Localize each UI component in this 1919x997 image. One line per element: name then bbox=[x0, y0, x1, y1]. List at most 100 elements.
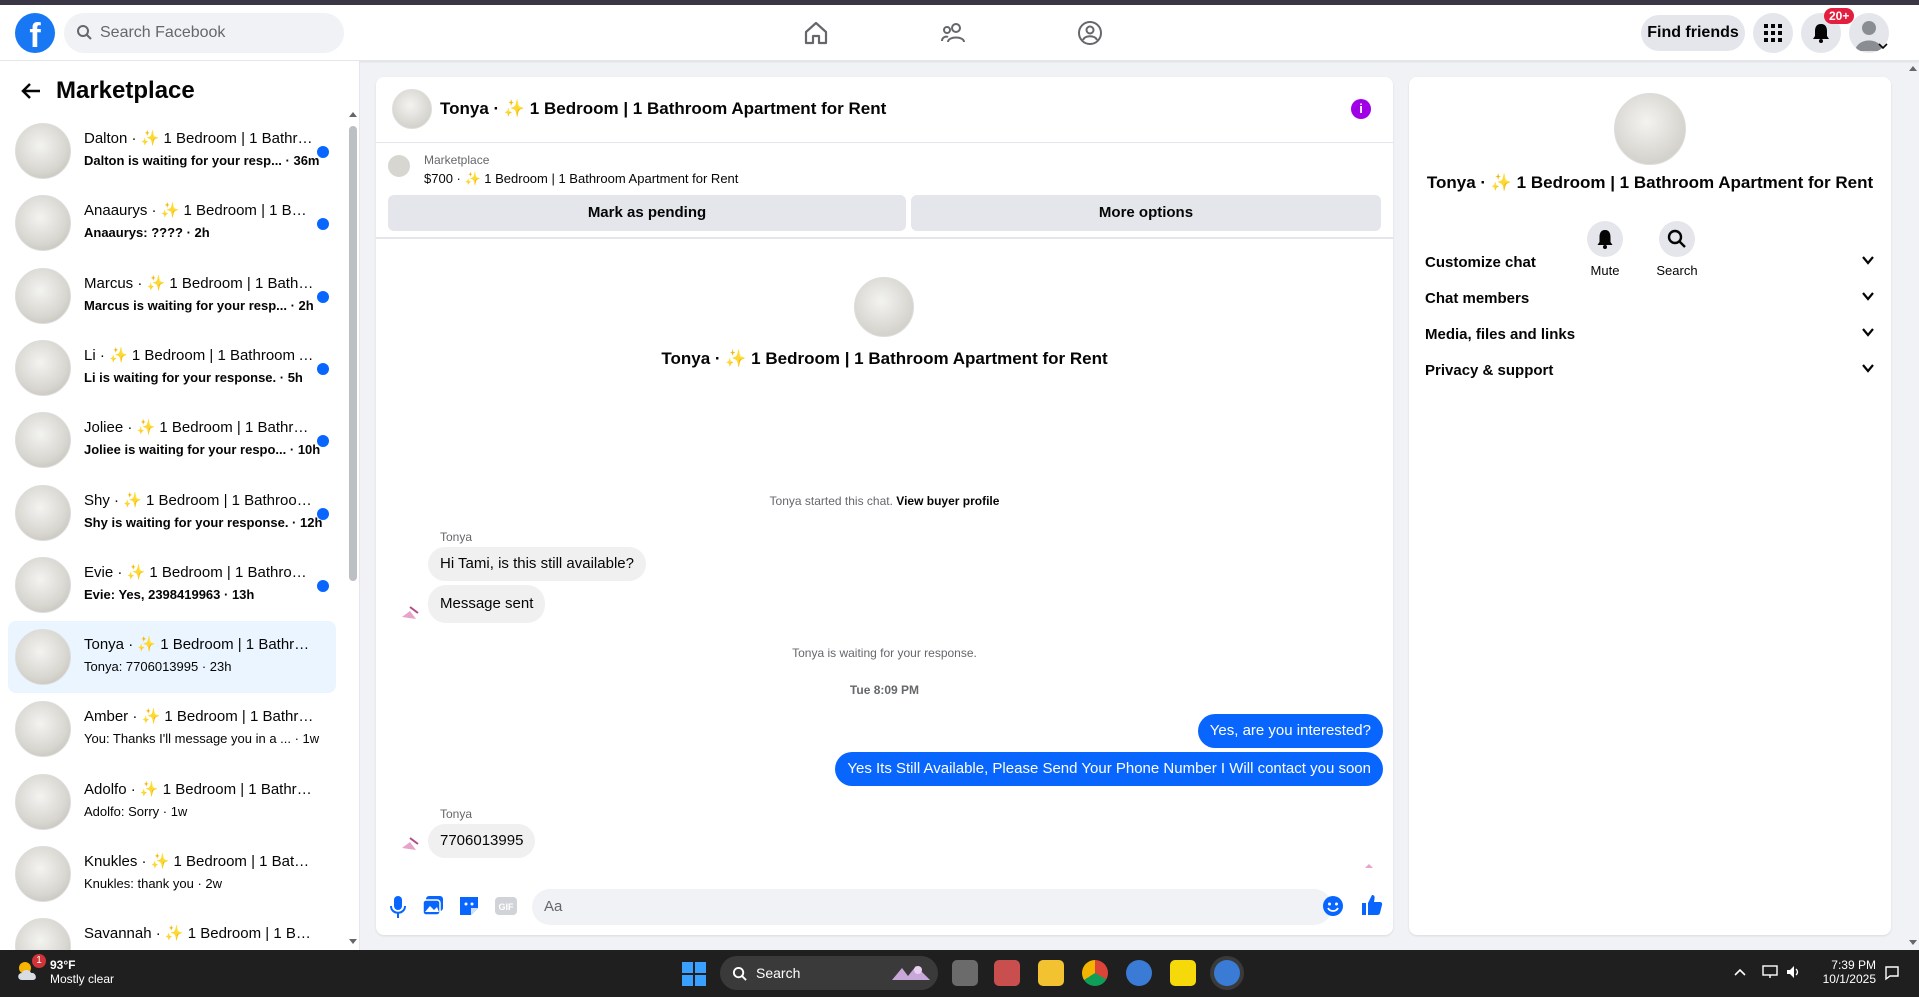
thumbs-up-icon[interactable] bbox=[1360, 893, 1384, 917]
message-composer: GIF Aa bbox=[376, 881, 1393, 935]
conversation-item[interactable]: Knukles · ✨ 1 Bedroom | 1 Bathroom Apart… bbox=[8, 838, 336, 910]
listing-thumbnail bbox=[15, 267, 71, 324]
conversation-item[interactable]: Amber · ✨ 1 Bedroom | 1 Bathroom Apartme… bbox=[8, 693, 336, 765]
scroll-up-icon[interactable] bbox=[349, 111, 357, 119]
message-bubble[interactable]: Message sent bbox=[428, 585, 546, 623]
conversation-title: Marcus · ✨ 1 Bedroom | 1 Bathroom Apartm… bbox=[84, 274, 314, 292]
scroll-up-icon[interactable] bbox=[1909, 65, 1917, 73]
windows-start-icon[interactable] bbox=[682, 962, 706, 986]
conversation-title: Tonya · ✨ 1 Bedroom | 1 Bathroom Apartme… bbox=[84, 636, 314, 654]
section-label: Customize chat bbox=[1425, 254, 1536, 271]
sender-name: Tonya bbox=[440, 807, 473, 821]
listing-avatar-large[interactable] bbox=[1614, 93, 1686, 165]
conversation-item[interactable]: Savannah · ✨ 1 Bedroom | 1 Bathroom Apar… bbox=[8, 910, 336, 950]
task-view-icon[interactable] bbox=[952, 960, 978, 986]
conversation-preview: Shy is waiting for your response. · 12h bbox=[84, 514, 323, 530]
page-scrollbar[interactable] bbox=[1907, 61, 1919, 950]
bell-icon bbox=[1813, 24, 1829, 43]
date: 10/1/2025 bbox=[1822, 972, 1876, 986]
chat-title[interactable]: Tonya · ✨ 1 Bedroom | 1 Bathroom Apartme… bbox=[440, 99, 886, 119]
grid-menu-icon bbox=[1764, 24, 1782, 42]
sent-message-bubble[interactable]: Yes Its Still Available, Please Send You… bbox=[835, 752, 1383, 786]
conversation-item[interactable]: Marcus · ✨ 1 Bedroom | 1 Bathroom Apartm… bbox=[8, 260, 336, 332]
conversation-item[interactable]: Dalton · ✨ 1 Bedroom | 1 Bathroom Apartm… bbox=[8, 115, 336, 187]
search-highlight-icon bbox=[892, 966, 930, 980]
chrome-profile-icon[interactable] bbox=[1126, 960, 1152, 986]
mark-pending-button[interactable]: Mark as pending bbox=[388, 195, 906, 231]
notification-center-icon[interactable] bbox=[1884, 965, 1900, 981]
search-input[interactable]: Search Facebook bbox=[64, 13, 344, 53]
scrollbar-thumb[interactable] bbox=[349, 126, 357, 581]
scroll-down-icon[interactable] bbox=[1909, 938, 1917, 946]
groups-icon[interactable] bbox=[1076, 19, 1104, 47]
conversation-item[interactable]: Li · ✨ 1 Bedroom | 1 Bathroom Apartment … bbox=[8, 332, 336, 404]
conversation-item[interactable]: Shy · ✨ 1 Bedroom | 1 Bathroom Apartment… bbox=[8, 477, 336, 549]
listing-thumbnail bbox=[15, 195, 71, 252]
message-input[interactable]: Aa bbox=[532, 889, 1332, 925]
details-title: Tonya · ✨ 1 Bedroom | 1 Bathroom Apartme… bbox=[1426, 173, 1874, 192]
listing-thumbnail bbox=[15, 629, 71, 686]
chat-details-panel: Tonya · ✨ 1 Bedroom | 1 Bathroom Apartme… bbox=[1409, 77, 1891, 935]
section-label: Chat members bbox=[1425, 290, 1530, 307]
message-bubble[interactable]: 7706013995 bbox=[428, 824, 536, 858]
conversation-preview: Li is waiting for your response. · 5h bbox=[84, 369, 303, 385]
sticker-avatar bbox=[402, 606, 419, 619]
file-explorer-icon[interactable] bbox=[1038, 960, 1064, 986]
chat-intro-title: Tonya · ✨ 1 Bedroom | 1 Bathroom Apartme… bbox=[661, 349, 1108, 368]
chrome-active-icon[interactable] bbox=[1214, 960, 1240, 986]
conversation-item[interactable]: Evie · ✨ 1 Bedroom | 1 Bathroom Apartmen… bbox=[8, 549, 336, 621]
notifications-badge: 20+ bbox=[1824, 8, 1855, 24]
emoji-icon[interactable] bbox=[1322, 895, 1344, 917]
sent-message-bubble[interactable]: Yes, are you interested? bbox=[1197, 714, 1383, 748]
chevron-up-icon[interactable] bbox=[1734, 968, 1746, 976]
home-icon[interactable] bbox=[802, 19, 830, 47]
more-options-button[interactable]: More options bbox=[911, 195, 1381, 231]
listing-price[interactable]: $700 · ✨ 1 Bedroom | 1 Bathroom Apartmen… bbox=[424, 171, 738, 187]
listing-photo bbox=[854, 277, 914, 337]
sticky-notes-icon[interactable] bbox=[1170, 960, 1196, 986]
conversation-item[interactable]: Adolfo · ✨ 1 Bedroom | 1 Bathroom Apartm… bbox=[8, 766, 336, 838]
friends-icon[interactable] bbox=[940, 19, 968, 47]
windows-taskbar: 1 93°F Mostly clear Search 7:39 PM 10/1/… bbox=[0, 950, 1919, 997]
chevron-down-icon bbox=[1862, 256, 1874, 265]
sticker-icon[interactable] bbox=[458, 895, 480, 917]
conversation-item[interactable]: Anaaurys · ✨ 1 Bedroom | 1 Bathroom Apar… bbox=[8, 187, 336, 259]
network-icon[interactable] bbox=[1762, 965, 1778, 979]
seen-indicator-icon bbox=[1365, 864, 1373, 868]
facebook-logo[interactable]: f bbox=[15, 13, 55, 53]
privacy-support-section[interactable]: Privacy & support bbox=[1425, 349, 1875, 393]
listing-thumbnail bbox=[15, 773, 71, 830]
menu-button[interactable] bbox=[1753, 13, 1793, 53]
page-title: Marketplace bbox=[56, 77, 195, 104]
conversation-title: Dalton · ✨ 1 Bedroom | 1 Bathroom Apartm… bbox=[84, 130, 314, 147]
weather-widget[interactable]: 93°F Mostly clear bbox=[50, 958, 114, 986]
listing-bar: Marketplace $700 · ✨ 1 Bedroom | 1 Bathr… bbox=[376, 143, 1393, 239]
conversation-preview: Knukles: thank you · 2w bbox=[84, 876, 223, 891]
volume-icon[interactable] bbox=[1786, 965, 1802, 979]
microphone-icon[interactable] bbox=[388, 895, 408, 919]
time: 7:39 PM bbox=[1831, 958, 1876, 972]
conversation-preview: Dalton is waiting for your resp... · 36m bbox=[84, 153, 320, 168]
store-app-icon[interactable] bbox=[994, 960, 1020, 986]
scrollbar[interactable] bbox=[349, 111, 357, 947]
conversation-preview: Anaaurys: ???? · 2h bbox=[84, 225, 210, 241]
view-buyer-link[interactable]: View buyer profile bbox=[896, 494, 999, 508]
gif-icon[interactable]: GIF bbox=[494, 895, 518, 917]
find-friends-button[interactable]: Find friends bbox=[1641, 15, 1745, 51]
section-label: Media, files and links bbox=[1425, 326, 1576, 343]
chevron-down-icon[interactable] bbox=[1878, 42, 1888, 50]
listing-avatar[interactable] bbox=[392, 89, 432, 129]
conversation-preview: Evie: Yes, 2398419963 · 13h bbox=[84, 586, 255, 602]
clock[interactable]: 7:39 PM 10/1/2025 bbox=[1812, 958, 1876, 986]
conversation-item[interactable]: Tonya · ✨ 1 Bedroom | 1 Bathroom Apartme… bbox=[8, 621, 336, 694]
conversation-item[interactable]: Joliee · ✨ 1 Bedroom | 1 Bathroom Apartm… bbox=[8, 404, 336, 476]
taskbar-search[interactable]: Search bbox=[720, 956, 938, 990]
photo-icon[interactable] bbox=[422, 895, 444, 917]
info-icon[interactable]: i bbox=[1351, 99, 1371, 119]
conversation-title: Savannah · ✨ 1 Bedroom | 1 Bathroom Apar… bbox=[84, 925, 314, 943]
conversation-preview: Tonya: 7706013995 · 23h bbox=[84, 659, 232, 675]
message-bubble[interactable]: Hi Tami, is this still available? bbox=[428, 547, 646, 581]
chrome-icon[interactable] bbox=[1082, 960, 1108, 986]
scroll-down-icon[interactable] bbox=[349, 937, 357, 945]
listing-thumbnail[interactable] bbox=[388, 155, 410, 177]
